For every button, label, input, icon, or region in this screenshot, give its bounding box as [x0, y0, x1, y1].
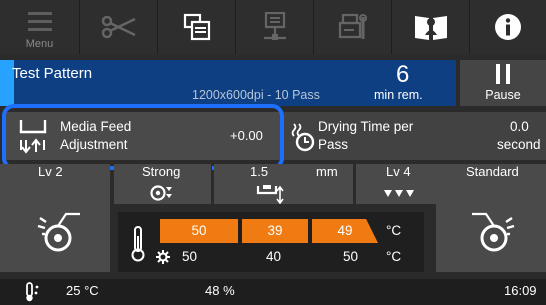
remaining-unit: min rem.: [374, 88, 423, 102]
drying-time-label-line1: Drying Time per: [318, 119, 414, 134]
heater-actual-unit: °C: [386, 249, 402, 264]
network-icon: [263, 12, 286, 40]
media-feed-label-line2: Adjustment: [60, 137, 128, 152]
platen-gap-icon: [256, 185, 284, 204]
pause-icon: [496, 64, 510, 84]
menu-icon: [27, 12, 52, 31]
job-detail: 1200x600dpi - 10 Pass: [192, 88, 320, 102]
fan-icon: [150, 185, 172, 201]
setting-col3-value: 1.5: [250, 164, 269, 179]
heater-set-3: 49: [337, 223, 353, 238]
takeup-roll-icon: [472, 212, 515, 252]
cutter-button[interactable]: [80, 0, 158, 54]
drying-clock-icon: [291, 123, 315, 152]
heater-set-2: 39: [267, 223, 283, 238]
heater-set-1: 50: [191, 223, 207, 238]
information-button[interactable]: [470, 0, 546, 54]
heater-actual-2: 40: [266, 249, 282, 264]
drying-time-value: 0.0: [510, 119, 529, 134]
setting-col1-value: Lv 2: [38, 164, 63, 179]
setting-col3-unit: mm: [316, 164, 338, 179]
ink-drop-icon: [384, 190, 414, 197]
info-icon: [495, 14, 521, 40]
pause-label: Pause: [485, 88, 521, 102]
heater-set-unit: °C: [386, 223, 402, 238]
setting-col5-value: Standard: [466, 164, 519, 179]
heater-actual-3: 50: [343, 249, 359, 264]
feeder-roll-icon: [37, 212, 80, 252]
drying-time-label-line2: Pass: [318, 137, 349, 152]
setting-col4-value: Lv 4: [386, 164, 411, 179]
print-queue-button[interactable]: [158, 0, 236, 54]
book-person-icon: [414, 16, 447, 40]
printer-maintenance-icon: [338, 13, 367, 39]
menu-button[interactable]: Menu: [0, 0, 80, 54]
clock-time: 16:09: [504, 283, 537, 298]
scissors-icon: [101, 15, 136, 39]
media-feed-value: +0.00: [230, 128, 263, 143]
drying-time-unit: second: [497, 137, 541, 152]
thermometer-icon: [131, 226, 145, 262]
menu-label: Menu: [25, 38, 54, 50]
job-title: Test Pattern: [12, 65, 93, 82]
manual-button[interactable]: [392, 0, 470, 54]
network-button[interactable]: [236, 0, 314, 54]
setting-col2-value: Strong: [142, 164, 181, 179]
media-feed-label-line1: Media Feed: [60, 119, 132, 134]
media-feed-icon: [19, 120, 47, 154]
queue-icon: [183, 13, 210, 41]
remaining-minutes: 6: [396, 61, 410, 88]
ambient-temperature: 25 °C: [66, 283, 99, 298]
maintenance-button[interactable]: [314, 0, 392, 54]
gear-icon: [156, 250, 170, 264]
room-thermometer-icon: [26, 282, 39, 302]
ambient-humidity: 48 %: [205, 283, 235, 298]
heater-actual-1: 50: [182, 249, 198, 264]
